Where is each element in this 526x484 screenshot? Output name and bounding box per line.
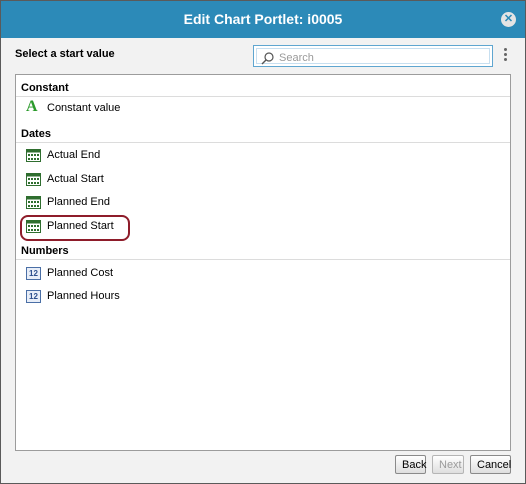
next-button[interactable]: Next	[432, 455, 464, 474]
calendar-icon	[26, 196, 41, 209]
select-start-value-label: Select a start value	[15, 48, 115, 60]
field-list: Constant A Constant value Dates Actual E…	[15, 74, 511, 451]
search-input[interactable]	[279, 50, 489, 66]
dialog-title: Edit Chart Portlet: i0005	[183, 11, 343, 27]
list-item-label: Actual Start	[47, 173, 104, 185]
highlight-ring	[20, 215, 130, 241]
calendar-icon	[26, 149, 41, 162]
number-icon: 12	[26, 290, 41, 303]
cancel-button[interactable]: Cancel	[470, 455, 511, 474]
list-item-label: Planned Hours	[47, 290, 120, 302]
group-header-constant: Constant	[21, 82, 69, 94]
constant-icon: A	[26, 98, 38, 115]
list-item-label: Planned Cost	[47, 267, 114, 279]
calendar-icon	[26, 173, 41, 186]
search-icon	[261, 52, 274, 65]
back-button[interactable]: Back	[395, 455, 426, 474]
dialog-titlebar: Edit Chart Portlet: i0005 ✕	[1, 1, 525, 38]
list-item-label: Constant value	[47, 102, 121, 114]
edit-chart-portlet-dialog: Edit Chart Portlet: i0005 ✕ Select a sta…	[0, 0, 526, 484]
list-item-label: Actual End	[47, 149, 101, 161]
more-options-icon[interactable]	[501, 46, 509, 66]
group-divider	[16, 142, 510, 143]
group-divider	[16, 259, 510, 260]
close-icon[interactable]: ✕	[501, 12, 516, 27]
number-icon: 12	[26, 267, 41, 280]
search-box[interactable]	[253, 45, 493, 67]
group-header-numbers: Numbers	[21, 245, 69, 257]
group-header-dates: Dates	[21, 128, 51, 140]
list-item-label: Planned End	[47, 196, 110, 208]
group-divider	[16, 96, 510, 97]
